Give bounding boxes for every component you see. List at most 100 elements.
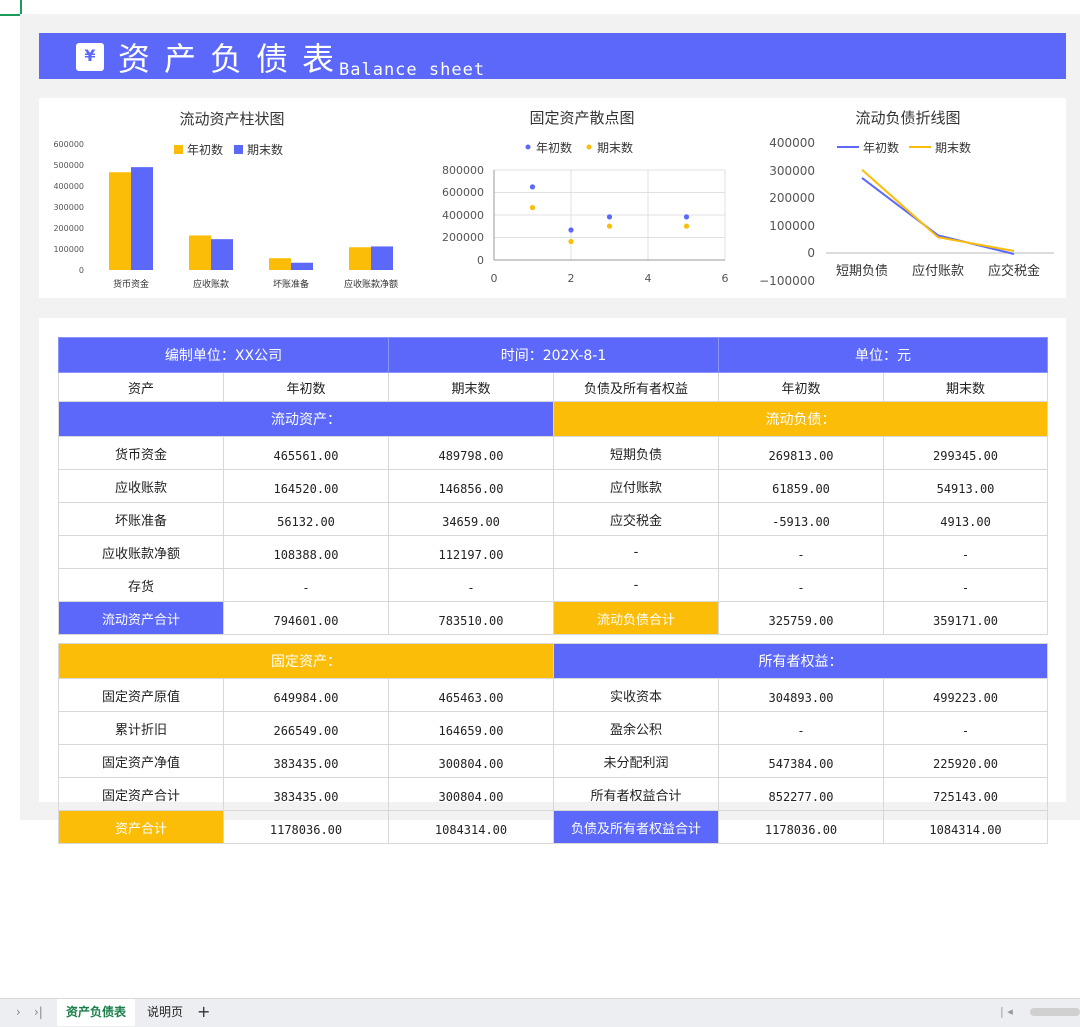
value-cell[interactable]: 225920.00 [883, 744, 1049, 778]
asset-name-cell[interactable]: 存货 [58, 568, 224, 602]
value-cell[interactable]: 383435.00 [223, 777, 389, 811]
asset-name-cell[interactable]: 应收账款 [58, 469, 224, 503]
value-cell[interactable]: 1084314.00 [388, 810, 554, 844]
value-cell[interactable]: 465561.00 [223, 436, 389, 470]
asset-name-cell[interactable]: 坏账准备 [58, 502, 224, 536]
column-header[interactable]: 年初数 [223, 372, 389, 402]
value-cell[interactable]: 725143.00 [883, 777, 1049, 811]
column-header[interactable]: 年初数 [718, 372, 885, 402]
liability-name-cell[interactable]: - [552, 535, 720, 569]
value-cell[interactable]: 269813.00 [718, 436, 885, 470]
value-cell[interactable]: 649984.00 [223, 678, 389, 712]
value-cell[interactable]: 359171.00 [883, 601, 1049, 635]
current-assets-total-label[interactable]: 流动资产合计 [58, 601, 224, 635]
value-cell[interactable]: 112197.00 [388, 535, 554, 569]
value-cell[interactable]: -5913.00 [718, 502, 885, 536]
value-cell[interactable]: - [388, 568, 554, 602]
value-cell[interactable]: - [883, 711, 1049, 745]
x-tick: 坏账准备 [273, 278, 309, 290]
column-header[interactable]: 资产 [58, 372, 224, 402]
liability-name-cell[interactable]: 短期负债 [552, 436, 720, 470]
add-sheet-button[interactable]: + [197, 1002, 210, 1021]
asset-name-cell[interactable]: 固定资产原值 [58, 678, 224, 712]
column-header[interactable]: 期末数 [883, 372, 1049, 402]
value-cell[interactable]: 1178036.00 [718, 810, 885, 844]
bar-start [109, 172, 131, 270]
value-cell[interactable]: 304893.00 [718, 678, 885, 712]
equity-name-cell[interactable]: 未分配利润 [552, 744, 720, 778]
section-current-liabilities[interactable]: 流动负债： [552, 401, 1049, 437]
value-cell[interactable]: 1178036.00 [223, 810, 389, 844]
column-header[interactable]: 期末数 [388, 372, 554, 402]
value-cell[interactable]: - [883, 535, 1049, 569]
asset-name-cell[interactable]: 固定资产净值 [58, 744, 224, 778]
asset-name-cell[interactable]: 累计折旧 [58, 711, 224, 745]
value-cell[interactable]: 56132.00 [223, 502, 389, 536]
total-liabilities-equity-label[interactable]: 负债及所有者权益合计 [552, 810, 720, 844]
current-liabilities-total-label[interactable]: 流动负债合计 [552, 601, 720, 635]
value-cell[interactable]: 794601.00 [223, 601, 389, 635]
value-cell[interactable]: 465463.00 [388, 678, 554, 712]
line-chart[interactable]: 流动负债折线图 年初数 期末数 400000 300000 200000 100… [760, 98, 1066, 298]
scatter-chart[interactable]: 固定资产散点图 年初数 期末数 800000 600000 400000 200… [420, 98, 750, 298]
value-cell[interactable]: 164659.00 [388, 711, 554, 745]
asset-name-cell[interactable]: 货币资金 [58, 436, 224, 470]
value-cell[interactable]: 489798.00 [388, 436, 554, 470]
value-cell[interactable]: 383435.00 [223, 744, 389, 778]
equity-name-cell[interactable]: 所有者权益合计 [552, 777, 720, 811]
value-cell[interactable]: 61859.00 [718, 469, 885, 503]
currency-label[interactable]: 单位：元 [718, 337, 1049, 373]
scatter-point-start [683, 214, 690, 220]
value-cell[interactable]: 164520.00 [223, 469, 389, 503]
value-cell[interactable]: 300804.00 [388, 744, 554, 778]
value-cell[interactable]: 547384.00 [718, 744, 885, 778]
horizontal-scrollbar[interactable] [1030, 1008, 1080, 1016]
value-cell[interactable]: - [223, 568, 389, 602]
equity-name-cell[interactable]: 盈余公积 [552, 711, 720, 745]
bar-start [189, 235, 211, 270]
asset-name-cell[interactable]: 应收账款净额 [58, 535, 224, 569]
value-cell[interactable]: - [883, 568, 1049, 602]
value-cell[interactable]: - [718, 535, 885, 569]
active-cell-marker[interactable] [0, 0, 22, 16]
date-label[interactable]: 时间：202X-8-1 [387, 337, 720, 373]
bar-chart[interactable]: 流动资产柱状图 年初数 期末数 600000 500000 400000 300… [40, 98, 410, 298]
asset-name-cell[interactable]: 固定资产合计 [58, 777, 224, 811]
value-cell[interactable]: - [718, 711, 885, 745]
value-cell[interactable]: 146856.00 [388, 469, 554, 503]
value-cell[interactable]: 300804.00 [388, 777, 554, 811]
value-cell[interactable]: 34659.00 [388, 502, 554, 536]
scatter-point-start [529, 184, 536, 190]
company-label[interactable]: 编制单位：XX公司 [58, 337, 389, 373]
value-cell[interactable]: - [718, 568, 885, 602]
liability-name-cell[interactable]: 应交税金 [552, 502, 720, 536]
y-tick: 0 [79, 266, 84, 275]
value-cell[interactable]: 325759.00 [718, 601, 885, 635]
value-cell[interactable]: 852277.00 [718, 777, 885, 811]
value-cell[interactable]: 54913.00 [883, 469, 1049, 503]
total-assets-label[interactable]: 资产合计 [58, 810, 224, 844]
tab-notes[interactable]: 说明页 [138, 999, 192, 1026]
section-equity[interactable]: 所有者权益： [552, 643, 1049, 679]
section-current-assets[interactable]: 流动资产： [58, 401, 554, 437]
tab-balance-sheet[interactable]: 资产负债表 [57, 999, 136, 1026]
legend-label-end: 期末数 [247, 142, 283, 157]
equity-name-cell[interactable]: 实收资本 [552, 678, 720, 712]
value-cell[interactable]: 299345.00 [883, 436, 1049, 470]
scroll-left-icon[interactable]: | ◂ [1000, 1005, 1013, 1018]
value-cell[interactable]: 4913.00 [883, 502, 1049, 536]
value-cell[interactable]: 1084314.00 [883, 810, 1049, 844]
value-cell[interactable]: 266549.00 [223, 711, 389, 745]
value-cell[interactable]: 499223.00 [883, 678, 1049, 712]
prev-sheet-button[interactable]: › [16, 1005, 21, 1019]
column-header[interactable]: 负债及所有者权益 [552, 372, 720, 402]
y-tick: 400000 [53, 182, 84, 191]
legend-label-start: 年初数 [187, 142, 223, 157]
liability-name-cell[interactable]: 应付账款 [552, 469, 720, 503]
last-sheet-button[interactable]: ›| [34, 1005, 43, 1019]
section-fixed-assets[interactable]: 固定资产： [58, 643, 554, 679]
value-cell[interactable]: 783510.00 [388, 601, 554, 635]
liability-name-cell[interactable]: - [552, 568, 720, 602]
section-row: 固定资产： 所有者权益： [58, 643, 1049, 679]
value-cell[interactable]: 108388.00 [223, 535, 389, 569]
